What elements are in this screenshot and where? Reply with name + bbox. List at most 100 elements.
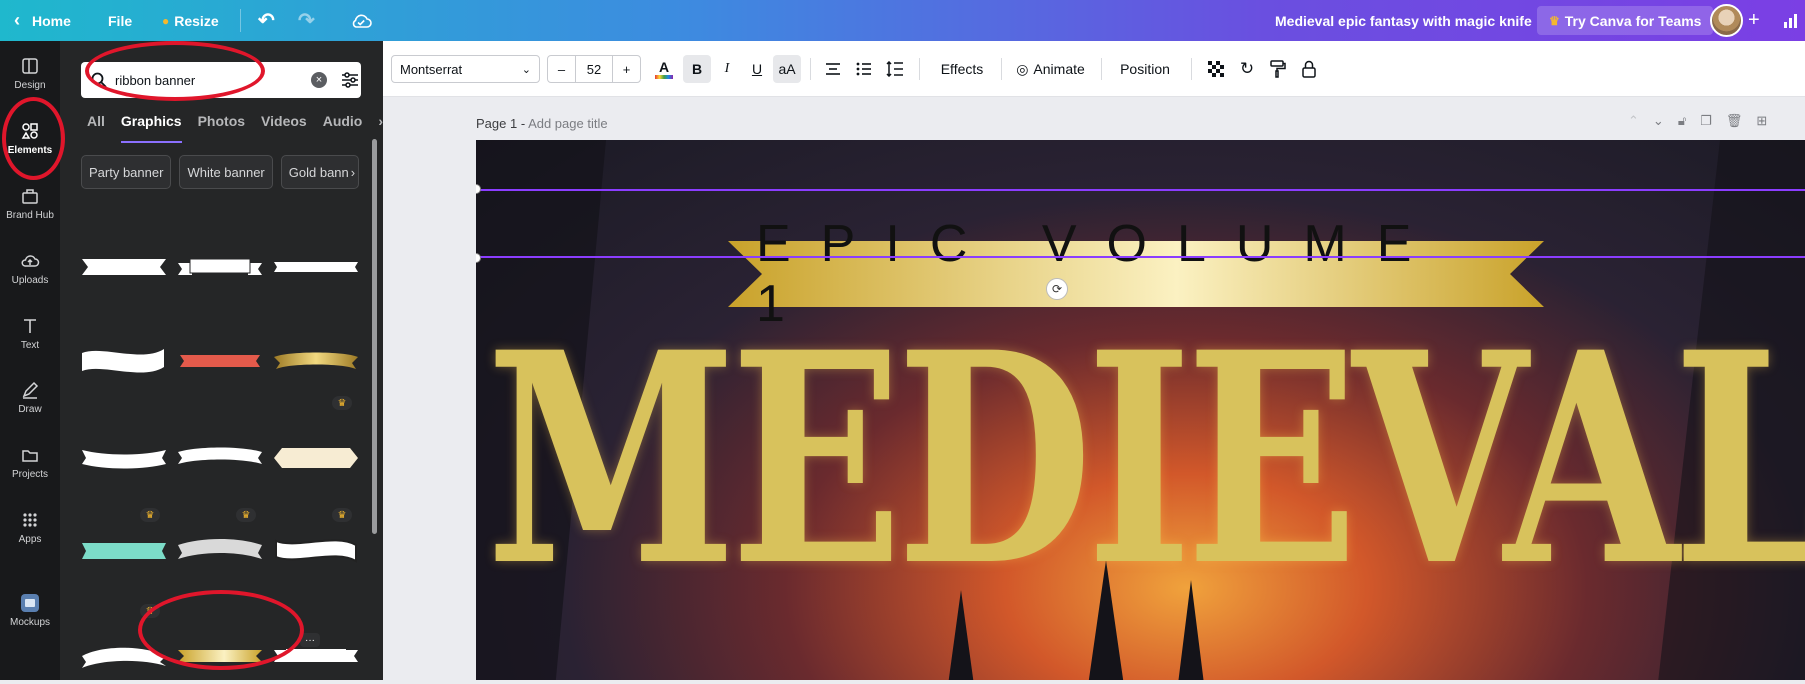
elements-icon bbox=[21, 122, 38, 139]
ribbon-graphic[interactable] bbox=[176, 426, 264, 486]
elements-panel: × All Graphics Photos Videos Audio › Par… bbox=[60, 41, 383, 680]
rail-draw[interactable]: Draw bbox=[0, 365, 60, 429]
font-family-select[interactable]: Montserrat ⌄ bbox=[391, 55, 540, 83]
filter-icon[interactable] bbox=[341, 71, 359, 89]
rail-elements[interactable]: Elements bbox=[0, 106, 60, 170]
ribbon-graphic[interactable] bbox=[272, 237, 360, 297]
search-box[interactable]: × bbox=[81, 62, 361, 98]
bold-icon[interactable]: B bbox=[683, 55, 711, 83]
add-page-icon[interactable]: ⊞ bbox=[1756, 113, 1767, 129]
file-menu[interactable]: File bbox=[108, 0, 132, 41]
rail-label: Apps bbox=[18, 533, 42, 545]
premium-crown-icon: ♛ bbox=[332, 508, 352, 522]
rail-label: Uploads bbox=[11, 274, 49, 286]
font-size-stepper[interactable]: – 52 + bbox=[547, 55, 641, 83]
ribbon-graphic[interactable] bbox=[176, 331, 264, 391]
text-color-button[interactable]: A bbox=[649, 55, 679, 83]
apps-icon bbox=[23, 512, 37, 527]
rail-label: Text bbox=[20, 339, 40, 351]
ribbon-graphic[interactable] bbox=[80, 426, 168, 486]
rail-mockups[interactable]: Mockups bbox=[0, 578, 60, 642]
ribbon-graphic[interactable] bbox=[272, 426, 360, 486]
tab-photos[interactable]: Photos bbox=[198, 113, 245, 143]
animate-label: Animate bbox=[1033, 61, 1085, 77]
chevron-up-icon[interactable]: ⌃ bbox=[1628, 113, 1639, 129]
rail-projects[interactable]: Projects bbox=[0, 430, 60, 494]
chip-party-banner[interactable]: Party banner bbox=[81, 155, 172, 189]
page-title-input[interactable]: Add page title bbox=[528, 116, 608, 131]
effects-button[interactable]: Effects bbox=[927, 55, 997, 83]
rail-label: Design bbox=[14, 79, 46, 91]
divider bbox=[240, 9, 241, 32]
ribbon-graphic[interactable] bbox=[272, 331, 360, 391]
letter-case-icon[interactable]: aA bbox=[773, 55, 801, 83]
ribbon-graphic[interactable] bbox=[80, 624, 168, 684]
design-canvas[interactable]: EPIC VOLUME 1 ⟳ MEDIEVAL bbox=[476, 140, 1805, 680]
undo-icon[interactable]: ↶ bbox=[258, 0, 275, 41]
search-input[interactable] bbox=[115, 72, 295, 88]
try-teams-label: Try Canva for Teams bbox=[1564, 12, 1702, 29]
underline-icon[interactable]: U bbox=[743, 55, 771, 83]
chevron-right-icon: › bbox=[350, 164, 356, 180]
tab-audio[interactable]: Audio bbox=[323, 113, 363, 143]
left-rail: Design Elements Brand Hub Uploads Text D… bbox=[0, 41, 60, 680]
tab-graphics[interactable]: Graphics bbox=[120, 113, 182, 143]
redo-icon[interactable]: ↷ bbox=[298, 0, 315, 41]
crown-icon: ♛ bbox=[1549, 13, 1560, 28]
italic-icon[interactable]: I bbox=[713, 55, 741, 83]
try-teams-button[interactable]: ♛ Try Canva for Teams bbox=[1537, 6, 1714, 35]
delete-page-icon[interactable]: 🗑︎ bbox=[1726, 113, 1743, 129]
ribbon-graphic[interactable] bbox=[176, 237, 264, 297]
resize-label: Resize bbox=[174, 12, 219, 29]
premium-crown-icon: ♛ bbox=[332, 396, 352, 410]
chevron-down-icon[interactable]: ⌄ bbox=[1653, 113, 1664, 129]
rail-text[interactable]: Text bbox=[0, 301, 60, 365]
align-center-icon[interactable] bbox=[819, 55, 847, 83]
font-size-value[interactable]: 52 bbox=[576, 56, 612, 82]
chip-white-banner[interactable]: White banner bbox=[179, 155, 273, 189]
cloud-saved-icon[interactable] bbox=[350, 0, 372, 41]
home-button[interactable]: ‹ Home bbox=[14, 0, 71, 41]
ribbon-graphic[interactable] bbox=[176, 521, 264, 581]
resize-button[interactable]: ● Resize bbox=[162, 0, 219, 41]
duplicate-page-icon[interactable]: ❐ bbox=[1700, 113, 1712, 129]
transparency-icon[interactable] bbox=[1203, 55, 1229, 83]
tab-all[interactable]: All bbox=[87, 113, 105, 143]
rail-uploads[interactable]: Uploads bbox=[0, 236, 60, 300]
rotate-icon[interactable]: ↻ bbox=[1234, 55, 1260, 83]
panel-scrollbar[interactable] bbox=[372, 139, 377, 534]
avatar[interactable] bbox=[1710, 4, 1743, 37]
decrease-size-button[interactable]: – bbox=[548, 56, 576, 82]
chip-gold-banner[interactable]: Gold bann › bbox=[280, 155, 359, 189]
lock-icon[interactable] bbox=[1296, 55, 1322, 83]
ribbon-graphic[interactable] bbox=[80, 331, 168, 391]
analytics-icon[interactable] bbox=[1783, 0, 1799, 41]
document-title[interactable]: Medieval epic fantasy with magic knife bbox=[1275, 0, 1532, 41]
text-toolbar: Montserrat ⌄ – 52 + A B I U aA Effects ◎… bbox=[383, 41, 1805, 97]
upload-icon bbox=[21, 254, 40, 267]
ribbon-graphic[interactable] bbox=[80, 237, 168, 297]
increase-size-button[interactable]: + bbox=[612, 56, 640, 82]
search-icon bbox=[91, 72, 107, 88]
folder-icon bbox=[22, 449, 38, 462]
gold-ribbon-graphic[interactable] bbox=[176, 624, 264, 684]
animate-button[interactable]: ◎ Animate bbox=[1003, 55, 1098, 83]
ribbon-graphic[interactable] bbox=[80, 521, 168, 581]
tab-videos[interactable]: Videos bbox=[261, 113, 307, 143]
plus-icon[interactable]: + bbox=[1748, 0, 1760, 41]
lock-page-icon[interactable]: 🔓︎ bbox=[1678, 113, 1686, 129]
clear-search-icon[interactable]: × bbox=[311, 72, 327, 88]
ribbon-graphic[interactable] bbox=[272, 521, 360, 581]
rail-label: Projects bbox=[11, 468, 49, 480]
rail-apps[interactable]: Apps bbox=[0, 495, 60, 559]
ribbon-graphic[interactable] bbox=[272, 624, 360, 684]
premium-crown-icon: ♛ bbox=[236, 508, 256, 522]
rail-design[interactable]: Design bbox=[0, 41, 60, 105]
position-button[interactable]: Position bbox=[1105, 55, 1185, 83]
suggestion-chips: Party banner White banner Gold bann › bbox=[81, 155, 359, 189]
headline-text[interactable]: MEDIEVAL bbox=[486, 310, 1805, 610]
bullet-list-icon[interactable] bbox=[850, 55, 878, 83]
rail-brand-hub[interactable]: Brand Hub bbox=[0, 171, 60, 235]
spacing-icon[interactable] bbox=[881, 55, 909, 83]
paint-roller-icon[interactable] bbox=[1265, 55, 1291, 83]
